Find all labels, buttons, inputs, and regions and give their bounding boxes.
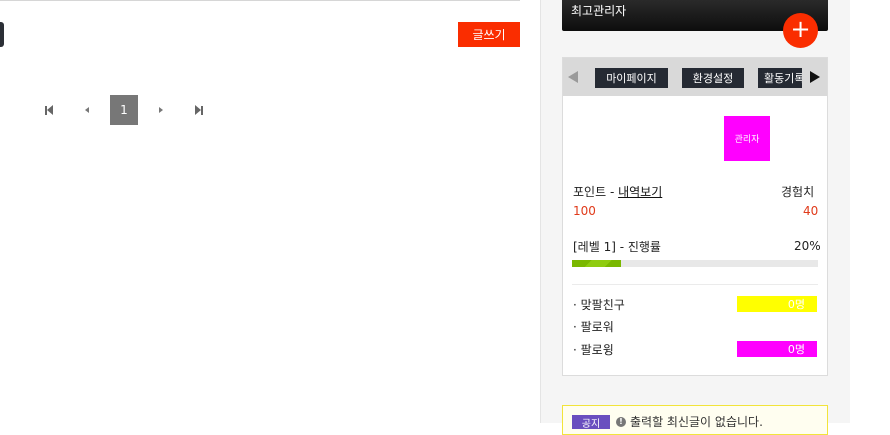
points-history-link[interactable]: 내역보기 [618,185,662,199]
next-page-button[interactable] [146,95,176,125]
left-tab-stub[interactable] [0,22,4,47]
prev-page-icon [85,107,89,113]
mutual-friends-label[interactable]: · 맞팔친구 [573,296,625,313]
board-area: 글쓰기 1 [0,0,540,423]
points-value: 100 [573,204,596,218]
arrow-left-icon[interactable] [568,71,578,83]
progress-bar [572,260,818,267]
mypage-button[interactable]: 마이페이지 [595,68,668,88]
activity-button[interactable]: 활동기록 [758,68,802,88]
first-page-button[interactable] [34,95,64,125]
next-page-icon [159,107,163,113]
last-page-icon [195,105,203,115]
member-panel: 마이페이지 환경설정 활동기록 관리자 포인트 - 내역보기 경험치 100 4… [562,57,828,376]
followers-label[interactable]: · 팔로워 [573,318,614,335]
write-button[interactable]: 글쓰기 [458,22,520,47]
avatar[interactable]: 관리자 [724,116,770,161]
points-separator: - [606,185,619,199]
following-label[interactable]: · 팔로윙 [573,341,614,358]
notice-text: 출력할 최신글이 없습니다. [630,415,763,429]
panel-divider [572,284,818,285]
pagination: 1 [34,95,222,125]
notice-box: 공지 ! 출력할 최신글이 없습니다. [562,405,828,435]
notice-message: ! 출력할 최신글이 없습니다. [616,413,763,430]
level-progress-label: [레벨 1] - 진행률 [573,240,661,254]
notice-badge: 공지 [572,415,610,430]
first-page-icon [45,105,53,115]
info-icon: ! [616,416,626,427]
plus-icon[interactable]: + [783,13,818,48]
arrow-right-icon[interactable] [810,71,820,83]
points-row: 포인트 - 내역보기 [573,183,662,200]
prev-page-button[interactable] [72,95,102,125]
top-divider [0,0,520,1]
page-margin [850,0,890,423]
page-number-current[interactable]: 1 [110,95,138,125]
progress-bar-fill [572,260,622,267]
progress-percent: 20% [794,239,821,253]
exp-label: 경험치 [781,185,815,199]
last-page-button[interactable] [184,95,214,125]
mutual-friends-count: 0명 [737,296,817,312]
exp-value: 40 [803,204,819,218]
points-label: 포인트 [573,185,607,199]
member-menu-strip: 마이페이지 환경설정 활동기록 [563,58,827,96]
following-count: 0명 [737,341,817,357]
settings-button[interactable]: 환경설정 [682,68,744,88]
